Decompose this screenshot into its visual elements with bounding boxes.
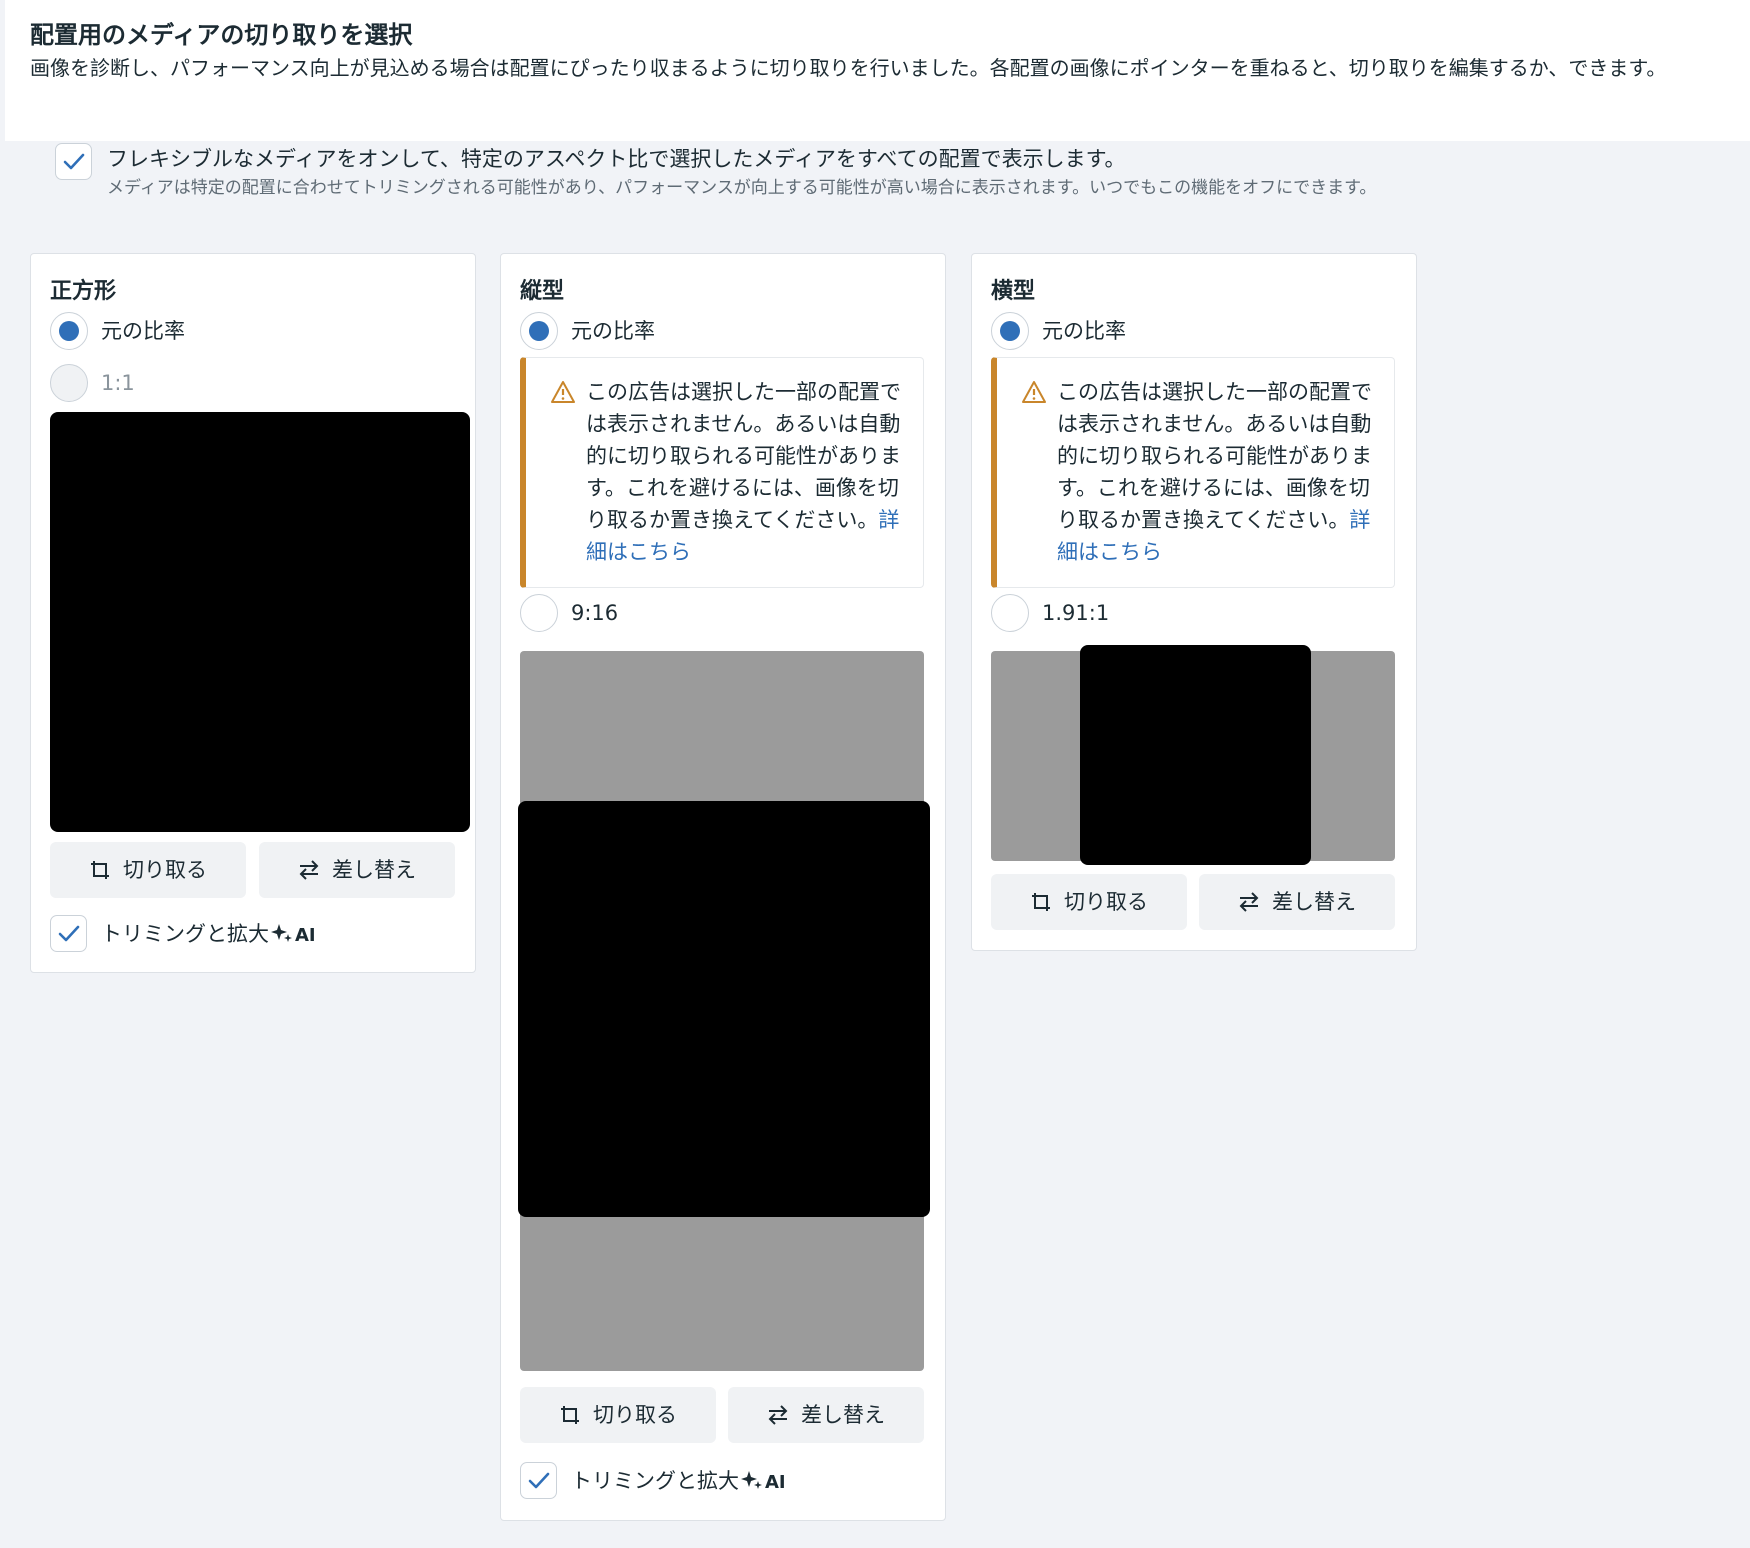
replace-button[interactable]: 差し替え [259, 842, 455, 898]
card-horizontal: 横型 元の比率 この広告は選択した一部の配置では表示されません。あるいは自動的に… [971, 253, 1417, 951]
radio-label: 9:16 [571, 601, 619, 625]
swap-icon [1238, 878, 1260, 934]
radio-button[interactable] [520, 594, 558, 632]
crop-button-label: 切り取る [593, 1403, 677, 1427]
swap-icon [767, 1391, 789, 1447]
warning-banner: この広告は選択した一部の配置では表示されません。あるいは自動的に切り取られる可能… [991, 357, 1395, 588]
flexible-media-label: フレキシブルなメディアをオンして、特定のアスペクト比で選択したメディアをすべての… [107, 147, 1126, 171]
media-preview-square[interactable] [50, 412, 470, 832]
check-icon [528, 1472, 550, 1489]
radio-button[interactable] [991, 312, 1029, 350]
warning-icon [550, 380, 576, 408]
replace-button[interactable]: 差し替え [1199, 874, 1395, 930]
card-title: 縦型 [520, 279, 565, 304]
page: 配置用のメディアの切り取りを選択 画像を診断し、パフォーマンス向上が見込める場合… [0, 0, 1750, 1548]
warning-icon [1021, 380, 1047, 408]
radio-label: 1:1 [101, 371, 135, 395]
crop-icon [559, 1391, 581, 1447]
crop-button[interactable]: 切り取る [50, 842, 246, 898]
card-vertical: 縦型 元の比率 この広告は選択した一部の配置では表示されません。あるいは自動的に… [500, 253, 946, 1521]
header: 配置用のメディアの切り取りを選択 画像を診断し、パフォーマンス向上が見込める場合… [5, 0, 1750, 141]
warning-banner: この広告は選択した一部の配置では表示されません。あるいは自動的に切り取られる可能… [520, 357, 924, 588]
warning-text: この広告は選択した一部の配置では表示されません。あるいは自動的に切り取られる可能… [1057, 380, 1372, 564]
crop-icon [1030, 878, 1052, 934]
replace-button-label: 差し替え [1272, 890, 1356, 914]
replace-button-label: 差し替え [801, 1403, 885, 1427]
ai-trim-label: トリミングと拡大 AI [101, 918, 316, 953]
flexible-media-checkbox[interactable] [55, 143, 92, 180]
swap-icon [298, 846, 320, 902]
media-image [518, 801, 930, 1217]
ai-badge: AI [295, 925, 316, 946]
radio-button[interactable] [50, 364, 88, 402]
replace-button-label: 差し替え [332, 858, 416, 882]
check-icon [58, 925, 80, 942]
card-square: 正方形 元の比率 1:1 切り取る 差し替え トリミングと拡大 AI [30, 253, 476, 973]
sparkle-icon [271, 921, 293, 953]
radio-label: 元の比率 [1042, 319, 1126, 343]
media-image [50, 412, 470, 832]
radio-button[interactable] [520, 312, 558, 350]
page-description: 画像を診断し、パフォーマンス向上が見込める場合は配置にぴったり収まるように切り取… [30, 56, 1667, 80]
ai-badge: AI [765, 1472, 786, 1493]
radio-label: 元の比率 [571, 319, 655, 343]
warning-text: この広告は選択した一部の配置では表示されません。あるいは自動的に切り取られる可能… [586, 380, 901, 564]
radio-label: 元の比率 [101, 319, 185, 343]
ai-trim-checkbox[interactable] [50, 915, 87, 952]
sparkle-icon [741, 1468, 763, 1500]
ai-trim-label: トリミングと拡大 AI [571, 1465, 786, 1500]
crop-icon [89, 846, 111, 902]
flexible-media-sublabel: メディアは特定の配置に合わせてトリミングされる可能性があり、パフォーマンスが向上… [107, 178, 1377, 198]
media-image [1080, 645, 1311, 865]
page-title: 配置用のメディアの切り取りを選択 [30, 21, 413, 49]
crop-button-label: 切り取る [123, 858, 207, 882]
media-preview-vertical[interactable] [518, 651, 930, 1371]
crop-button[interactable]: 切り取る [520, 1387, 716, 1443]
card-title: 正方形 [50, 279, 117, 304]
ai-trim-checkbox[interactable] [520, 1462, 557, 1499]
crop-button-label: 切り取る [1064, 890, 1148, 914]
crop-button[interactable]: 切り取る [991, 874, 1187, 930]
radio-label: 1.91:1 [1042, 601, 1110, 625]
card-title: 横型 [991, 279, 1036, 304]
radio-button[interactable] [50, 312, 88, 350]
replace-button[interactable]: 差し替え [728, 1387, 924, 1443]
check-icon [63, 153, 85, 170]
media-preview-horizontal[interactable] [991, 645, 1395, 865]
radio-button[interactable] [991, 594, 1029, 632]
